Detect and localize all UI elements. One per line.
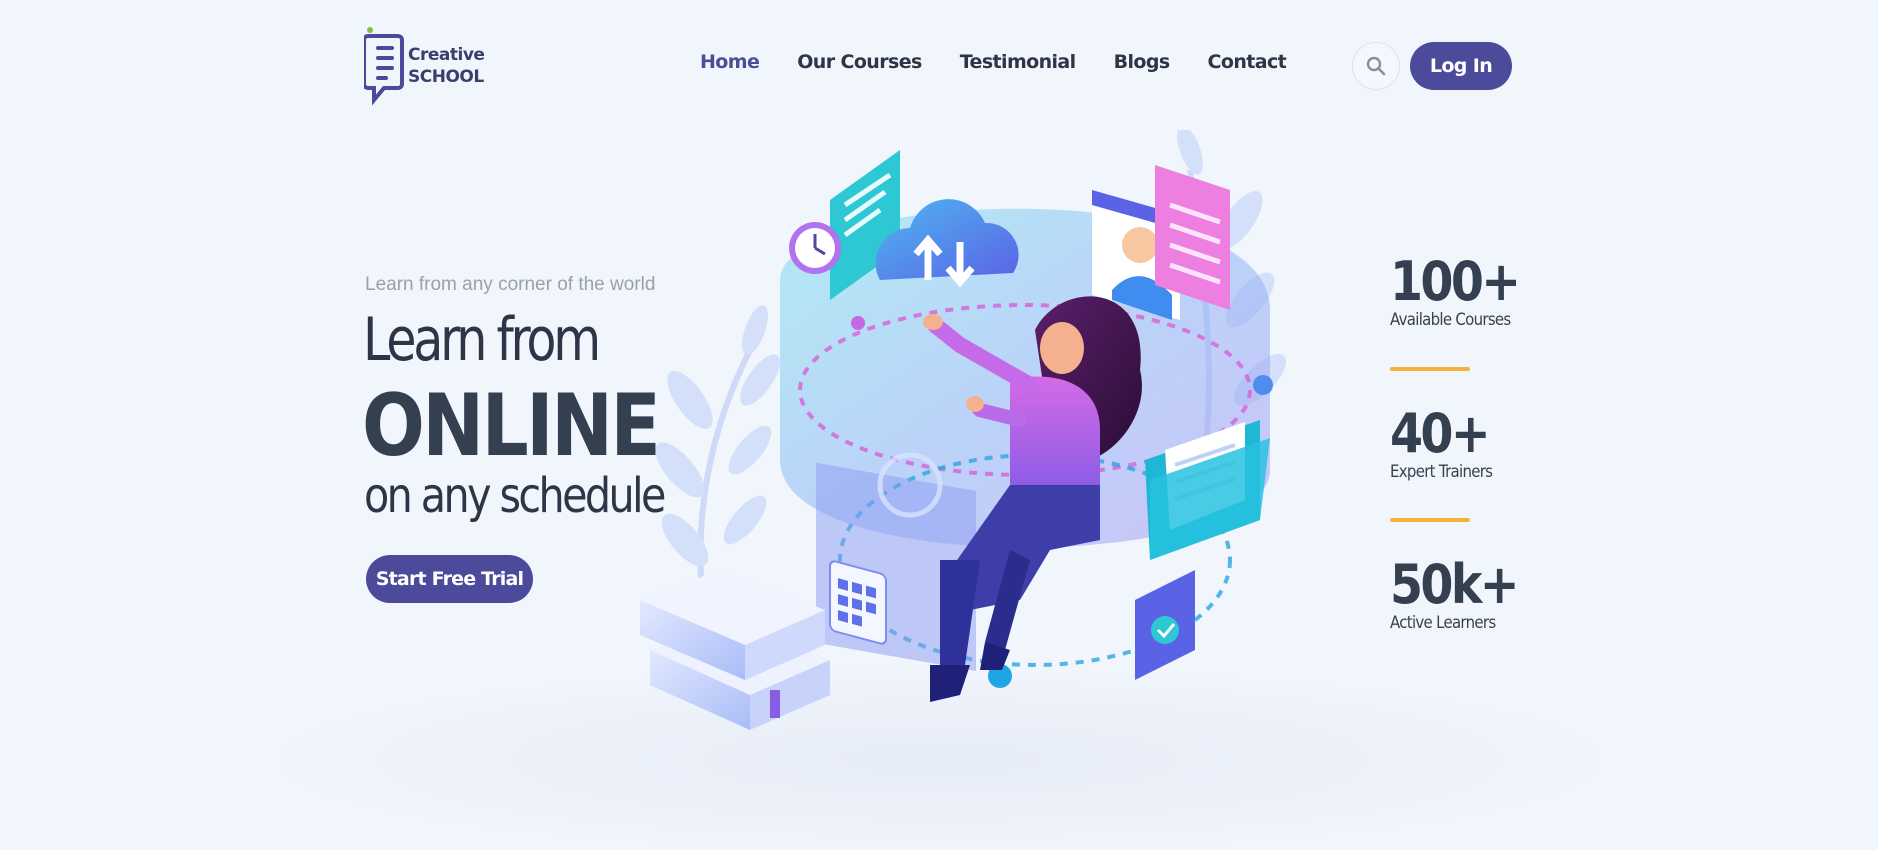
hero-heading-line1: Learn from bbox=[363, 305, 601, 375]
stat-label: Active Learners bbox=[1390, 613, 1496, 633]
stat-value: 100+ bbox=[1390, 250, 1521, 313]
calendar-icon bbox=[829, 560, 887, 645]
stat-label: Expert Trainers bbox=[1390, 462, 1493, 482]
hero-heading-line2: ONLINE bbox=[362, 376, 661, 476]
login-button[interactable]: Log In bbox=[1410, 42, 1512, 90]
brand-line1: Creative bbox=[408, 45, 485, 65]
stat-available-courses: 100+ Available Courses bbox=[1390, 250, 1536, 331]
brand-name: Creative SCHOOL bbox=[408, 44, 485, 88]
search-button[interactable] bbox=[1352, 42, 1400, 90]
stat-expert-trainers: 40+ Expert Trainers bbox=[1390, 402, 1506, 483]
hero-heading-line3: on any schedule bbox=[364, 468, 666, 524]
speech-bubble-book-icon bbox=[362, 26, 404, 106]
hero-tagline: Learn from any corner of the world bbox=[365, 274, 656, 295]
nav-blogs[interactable]: Blogs bbox=[1114, 51, 1171, 73]
clock-icon bbox=[789, 222, 841, 274]
brand-line2: SCHOOL bbox=[408, 67, 484, 87]
stat-label: Available Courses bbox=[1390, 310, 1511, 330]
stat-divider bbox=[1390, 367, 1470, 371]
brand-logo[interactable]: Creative SCHOOL bbox=[362, 26, 485, 106]
pink-document bbox=[1155, 165, 1230, 310]
stat-value: 40+ bbox=[1390, 402, 1491, 465]
main-nav: Home Our Courses Testimonial Blogs Conta… bbox=[700, 51, 1324, 73]
book-stack bbox=[640, 570, 830, 730]
nav-our-courses[interactable]: Our Courses bbox=[797, 51, 922, 73]
nav-contact[interactable]: Contact bbox=[1208, 51, 1287, 73]
nav-home[interactable]: Home bbox=[700, 51, 760, 73]
stat-active-learners: 50k+ Active Learners bbox=[1390, 553, 1534, 634]
start-free-trial-button[interactable]: Start Free Trial bbox=[366, 555, 533, 603]
stat-value: 50k+ bbox=[1390, 553, 1520, 616]
nav-testimonial[interactable]: Testimonial bbox=[960, 51, 1076, 73]
hero-illustration bbox=[640, 130, 1286, 730]
stat-divider bbox=[1390, 518, 1470, 522]
clipboard-clock-icon bbox=[1135, 570, 1195, 680]
search-icon bbox=[1366, 56, 1386, 76]
